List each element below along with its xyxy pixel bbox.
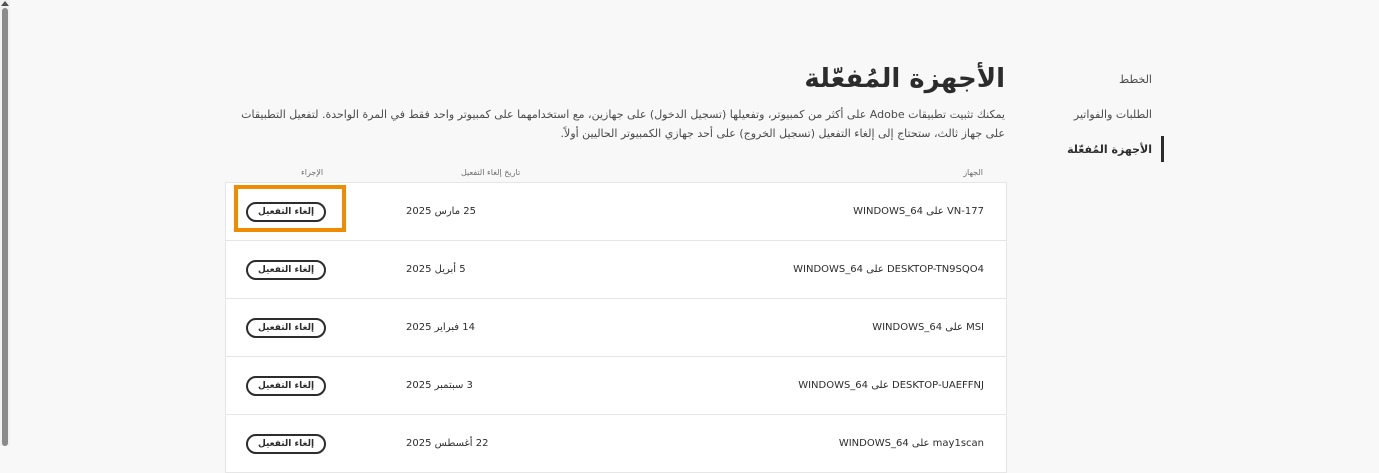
table-row: VN-177 على WINDOWS_64 25 مارس 2025 إلغاء… bbox=[226, 183, 1006, 241]
action-cell: إلغاء التفعيل bbox=[245, 415, 327, 472]
deactivation-date: 3 سبتمبر 2025 bbox=[406, 380, 473, 391]
column-header-device: الجهاز bbox=[963, 168, 983, 177]
nav-item-label: الأجهزة المُفعّلة bbox=[1067, 142, 1152, 156]
nav-item-label: الخطط bbox=[1119, 72, 1152, 86]
scrollbar[interactable] bbox=[0, 0, 10, 446]
scroll-up-arrow-icon[interactable] bbox=[1, 1, 9, 6]
device-name: DESKTOP-UAEFFNJ على WINDOWS_64 bbox=[798, 380, 984, 391]
table-row: MSI على WINDOWS_64 14 فبراير 2025 إلغاء … bbox=[226, 299, 1006, 357]
action-cell: إلغاء التفعيل bbox=[245, 183, 327, 240]
deactivation-date: 14 فبراير 2025 bbox=[406, 322, 475, 333]
deactivate-button[interactable]: إلغاء التفعيل bbox=[245, 317, 327, 338]
deactivate-button[interactable]: إلغاء التفعيل bbox=[245, 259, 327, 280]
deactivate-button[interactable]: إلغاء التفعيل bbox=[245, 433, 327, 454]
table-row: may1scan على WINDOWS_64 22 أغسطس 2025 إل… bbox=[226, 415, 1006, 473]
description-line: يمكنك تثبيت تطبيقات Adobe على أكثر من كم… bbox=[241, 108, 1005, 121]
action-cell: إلغاء التفعيل bbox=[245, 299, 327, 356]
deactivation-date: 22 أغسطس 2025 bbox=[406, 438, 489, 449]
description-line: على جهاز ثالث، ستحتاج إلى إلغاء التفعيل … bbox=[560, 127, 1005, 140]
device-name: may1scan على WINDOWS_64 bbox=[838, 438, 984, 449]
device-name: MSI على WINDOWS_64 bbox=[872, 322, 984, 333]
devices-table: VN-177 على WINDOWS_64 25 مارس 2025 إلغاء… bbox=[225, 182, 1007, 473]
device-name: VN-177 على WINDOWS_64 bbox=[853, 206, 984, 217]
deactivation-date: 5 أبريل 2025 bbox=[406, 264, 466, 275]
page-title: الأجهزة المُفعّلة bbox=[804, 64, 1005, 94]
column-header-date: تاريخ إلغاء التفعيل bbox=[461, 168, 521, 177]
deactivate-button[interactable]: إلغاء التفعيل bbox=[245, 375, 327, 396]
scrollbar-thumb[interactable] bbox=[2, 8, 8, 446]
column-header-action: الإجراء bbox=[301, 168, 324, 177]
page-description: يمكنك تثبيت تطبيقات Adobe على أكثر من كم… bbox=[225, 105, 1005, 143]
deactivate-button[interactable]: إلغاء التفعيل bbox=[245, 201, 327, 222]
table-row: DESKTOP-TN9SQO4 على WINDOWS_64 5 أبريل 2… bbox=[226, 241, 1006, 299]
table-header: الجهاز تاريخ إلغاء التفعيل الإجراء bbox=[225, 168, 1005, 182]
device-name: DESKTOP-TN9SQO4 على WINDOWS_64 bbox=[793, 264, 984, 275]
deactivation-date: 25 مارس 2025 bbox=[406, 206, 476, 217]
table-row: DESKTOP-UAEFFNJ على WINDOWS_64 3 سبتمبر … bbox=[226, 357, 1006, 415]
action-cell: إلغاء التفعيل bbox=[245, 357, 327, 414]
action-cell: إلغاء التفعيل bbox=[245, 241, 327, 298]
nav-item-label: الطلبات والفواتير bbox=[1073, 107, 1152, 121]
